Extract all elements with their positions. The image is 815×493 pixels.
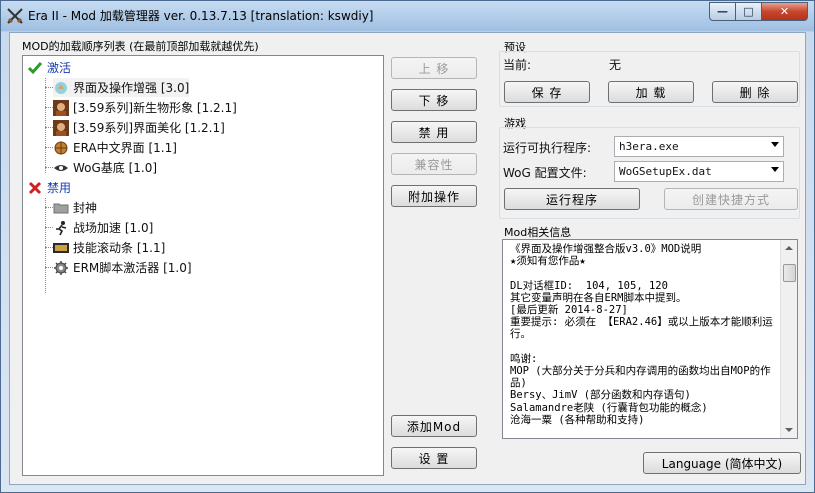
run-game-button[interactable]: 运行程序 [504,188,640,210]
move-down-button[interactable]: 下 移 [391,89,477,111]
list-item-label: 界面及操作增强 [3.0] [73,81,190,95]
list-item-label: ERM脚本激活器 [1.0] [73,261,192,275]
list-item-label: ERA中文界面 [1.1] [73,141,177,155]
tree-line [45,267,53,268]
scroll-thumb[interactable] [783,264,796,282]
active-group-label: 激活 [47,61,72,75]
chevron-down-icon [771,142,779,147]
delete-preset-button[interactable]: 删 除 [712,81,798,103]
create-shortcut-button[interactable]: 创建快捷方式 [664,188,798,210]
window-title: Era II - Mod 加载管理器 ver. 0.13.7.13 [trans… [28,9,374,23]
globe-icon [54,141,68,154]
extra-actions-button[interactable]: 附加操作 [391,185,477,207]
scroll-bar-icon [53,242,69,253]
close-button[interactable]: ✕ [762,2,808,21]
close-icon: ✕ [779,5,790,18]
preset-current-label: 当前: [503,58,532,72]
tree-node-active[interactable]: 激活 [27,58,71,77]
list-item-label: [3.59系列]新生物形象 [1.2.1] [73,101,237,115]
list-item[interactable]: WoG基底 [1.0] [53,158,157,177]
tree-line [45,147,53,148]
check-icon [27,61,43,74]
mod-list-group-label: MOD的加载顺序列表 (在最前顶部加载就越优先) [22,40,259,53]
list-item-label: [3.59系列]界面美化 [1.2.1] [73,121,225,135]
tree-line [45,107,53,108]
tree-node-disabled[interactable]: 禁用 [27,178,71,197]
runner-icon [56,220,67,235]
language-button[interactable]: Language (简体中文) [643,452,801,474]
scroll-up-icon[interactable] [785,246,793,250]
list-item-label: 封神 [73,201,98,215]
scroll-down-icon[interactable] [785,428,793,432]
red-x-icon [28,181,42,194]
folder-icon [53,203,69,213]
exe-select-value: h3era.exe [619,140,679,153]
list-item[interactable]: 战场加速 [1.0] [53,218,153,237]
config-label: WoG 配置文件: [503,166,587,180]
list-item[interactable]: [3.59系列]界面美化 [1.2.1] [53,118,225,137]
mod-info-scrollbar[interactable] [780,240,797,438]
disable-button[interactable]: 禁 用 [391,121,477,143]
portrait-icon [53,99,69,116]
save-preset-button[interactable]: 保 存 [504,81,590,103]
portrait-icon [53,119,69,136]
disabled-group-label: 禁用 [47,181,72,195]
tree-line [45,167,53,168]
tree-line [45,247,53,248]
tree-line [45,78,46,173]
title-bar[interactable]: Era II - Mod 加载管理器 ver. 0.13.7.13 [trans… [1,1,814,31]
maximize-icon: □ [743,5,754,18]
app-window: Era II - Mod 加载管理器 ver. 0.13.7.13 [trans… [0,0,815,493]
tree-line [45,198,46,293]
gear-icon [54,260,68,275]
mod-tree-list[interactable]: 激活 界面及操作增强 [3.0] [3.59系列]新生物形象 [1.2.1] [… [22,55,384,476]
minimize-button[interactable]: — [709,2,736,21]
settings-button[interactable]: 设 置 [391,447,477,469]
config-select[interactable]: WoGSetupEx.dat [614,161,784,182]
crossed-swords-icon [7,8,23,24]
mod-info-box[interactable]: 《界面及操作增强整合版v3.0》MOD说明 ★须知有您作品★ DL对话框ID: … [502,239,798,439]
minimize-icon: — [717,5,728,18]
add-mod-button[interactable]: 添加Mod [391,415,477,437]
tree-line [45,127,53,128]
tree-line [45,207,53,208]
list-item-label: 技能滚动条 [1.1] [73,241,166,255]
exe-label: 运行可执行程序: [503,141,592,155]
exe-select[interactable]: h3era.exe [614,136,784,157]
compatibility-button[interactable]: 兼容性 [391,153,477,175]
list-item[interactable]: [3.59系列]新生物形象 [1.2.1] [53,98,237,117]
list-item[interactable]: 封神 [53,198,97,217]
maximize-button[interactable]: □ [736,2,762,21]
load-preset-button[interactable]: 加 载 [608,81,694,103]
list-item[interactable]: 技能滚动条 [1.1] [53,238,165,257]
list-item-label: WoG基底 [1.0] [73,161,158,175]
caption-buttons: — □ ✕ [709,2,808,21]
list-item[interactable]: ERA中文界面 [1.1] [53,138,177,157]
mod-info-text: 《界面及操作增强整合版v3.0》MOD说明 ★须知有您作品★ DL对话框ID: … [510,243,773,426]
tree-line [45,227,53,228]
list-item[interactable]: ERM脚本激活器 [1.0] [53,258,192,277]
list-item[interactable]: 界面及操作增强 [3.0] [53,78,190,97]
move-up-button[interactable]: 上 移 [391,57,477,79]
hand-icon [55,81,67,94]
preset-current-value: 无 [609,58,622,72]
chevron-down-icon [771,167,779,172]
eye-icon [54,164,68,171]
tree-line [45,87,53,88]
list-item-label: 战场加速 [1.0] [73,221,154,235]
client-area: MOD的加载顺序列表 (在最前顶部加载就越优先) 激活 界面及操作增强 [3.0… [9,32,806,485]
mod-info-group-label: Mod相关信息 [504,226,572,239]
config-select-value: WoGSetupEx.dat [619,165,712,178]
